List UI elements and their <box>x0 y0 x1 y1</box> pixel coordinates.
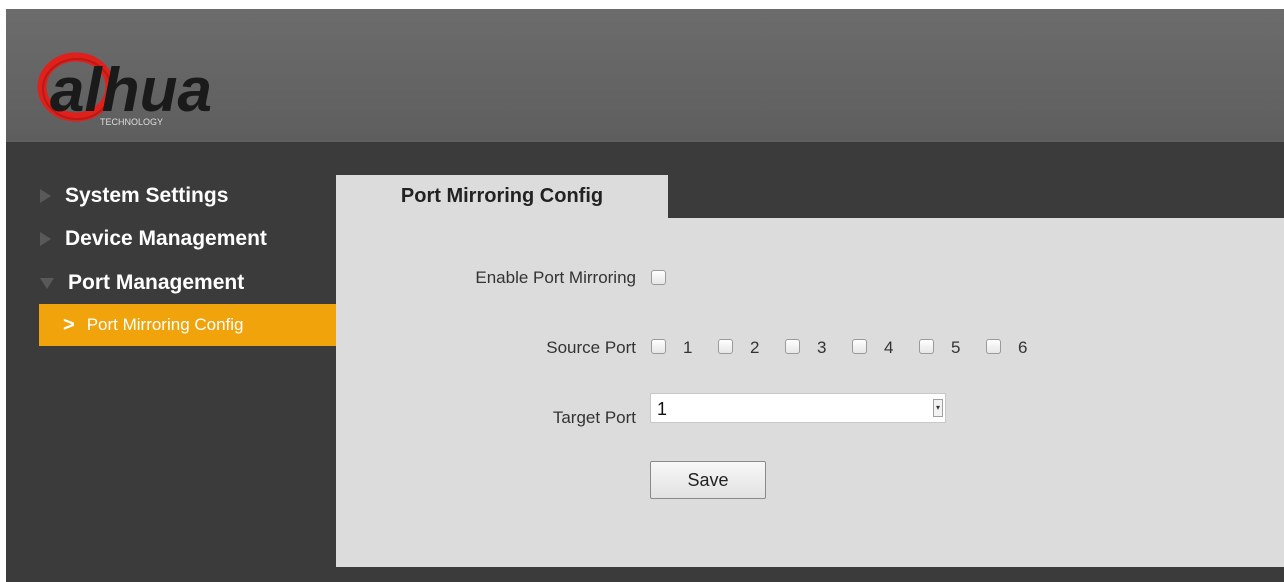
enable-port-mirroring-label: Enable Port Mirroring <box>475 268 636 287</box>
sidebar-item-device-management[interactable]: Device Management <box>40 221 267 257</box>
app-frame: alhua TECHNOLOGY System Settings Device … <box>6 9 1284 582</box>
header-bar: alhua TECHNOLOGY <box>6 9 1284 142</box>
source-port-3-checkbox[interactable] <box>785 339 800 354</box>
target-port-value: 1 <box>657 399 668 419</box>
target-port-select[interactable]: 1 ▾ <box>650 393 946 423</box>
dropdown-arrow-icon[interactable]: ▾ <box>933 399 943 417</box>
sidebar-subitem-label: Port Mirroring Config <box>86 315 244 334</box>
tab-label: Port Mirroring Config <box>400 185 604 207</box>
source-port-6-checkbox[interactable] <box>986 339 1001 354</box>
source-port-5-label: 5 <box>951 338 961 357</box>
sidebar-item-system-settings[interactable]: System Settings <box>40 178 228 214</box>
svg-text:alhua: alhua <box>50 56 212 125</box>
config-panel: Enable Port Mirroring Source Port 1 2 3 … <box>336 218 1284 567</box>
dahua-logo: alhua TECHNOLOGY <box>37 52 212 127</box>
source-port-label: Source Port <box>546 338 636 357</box>
source-port-4-label: 4 <box>884 338 894 357</box>
enable-port-mirroring-checkbox[interactable] <box>651 270 666 285</box>
sidebar-item-label: Port Management <box>68 271 245 294</box>
sidebar-item-label: Device Management <box>65 227 267 250</box>
sidebar-item-port-management[interactable]: Port Management <box>40 265 244 301</box>
target-port-label: Target Port <box>552 408 636 427</box>
tab-port-mirroring-config[interactable]: Port Mirroring Config <box>336 175 668 218</box>
expanded-arrow-icon <box>40 277 54 289</box>
source-port-1-label: 1 <box>683 338 693 357</box>
save-button[interactable]: Save <box>650 461 766 499</box>
source-port-4-checkbox[interactable] <box>852 339 867 354</box>
source-port-2-label: 2 <box>750 338 760 357</box>
source-port-6-label: 6 <box>1018 338 1028 357</box>
source-port-3-label: 3 <box>817 338 827 357</box>
sidebar-subitem-port-mirroring-config[interactable]: > Port Mirroring Config <box>39 304 336 346</box>
chevron-right-icon: > <box>63 313 75 336</box>
source-port-2-checkbox[interactable] <box>718 339 733 354</box>
svg-text:TECHNOLOGY: TECHNOLOGY <box>100 117 163 127</box>
source-port-5-checkbox[interactable] <box>919 339 934 354</box>
sidebar-item-label: System Settings <box>65 184 229 207</box>
collapsed-arrow-icon <box>40 232 51 246</box>
collapsed-arrow-icon <box>40 189 51 203</box>
source-port-1-checkbox[interactable] <box>651 339 666 354</box>
